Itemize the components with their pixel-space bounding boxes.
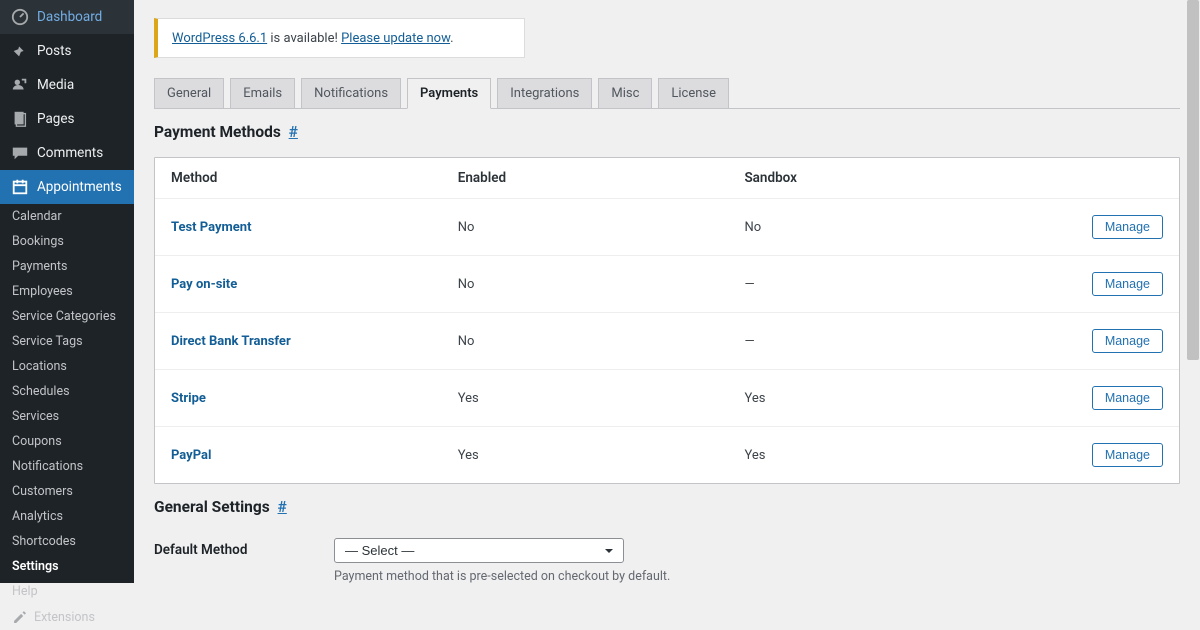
subnav-item[interactable]: Services xyxy=(0,404,134,429)
subnav-item[interactable]: Calendar xyxy=(0,204,134,229)
general-settings-heading: General Settings # xyxy=(154,498,1180,516)
nav-label: Comments xyxy=(37,145,103,161)
scrollbar[interactable] xyxy=(1186,0,1200,583)
col-header-sandbox: Sandbox xyxy=(728,158,1015,199)
table-row: Stripe YesYes Manage xyxy=(155,370,1179,427)
nav-label: Extensions xyxy=(34,610,95,625)
subnav-item[interactable]: Customers xyxy=(0,479,134,504)
tab-license[interactable]: License xyxy=(658,78,729,108)
payment-method-link[interactable]: Stripe xyxy=(171,391,206,406)
subnav: CalendarBookingsPaymentsEmployeesService… xyxy=(0,204,134,604)
nav-label: Appointments xyxy=(37,179,122,195)
tab-integrations[interactable]: Integrations xyxy=(497,78,592,108)
table-row: Direct Bank Transfer No— Manage xyxy=(155,313,1179,370)
sandbox-cell: No xyxy=(728,199,1015,256)
payment-method-link[interactable]: Test Payment xyxy=(171,220,251,235)
enabled-cell: No xyxy=(442,199,729,256)
manage-button[interactable]: Manage xyxy=(1092,215,1163,239)
anchor-link[interactable]: # xyxy=(289,123,298,141)
wordpress-version-link[interactable]: WordPress 6.6.1 xyxy=(172,31,267,46)
tab-emails[interactable]: Emails xyxy=(230,78,295,108)
payment-methods-table: Method Enabled Sandbox Test PaymentNoNoM… xyxy=(154,157,1180,484)
calendar-icon xyxy=(10,177,30,197)
scrollbar-thumb[interactable] xyxy=(1187,0,1199,360)
subnav-item[interactable]: Service Tags xyxy=(0,329,134,354)
tab-notifications[interactable]: Notifications xyxy=(301,78,401,108)
admin-icon xyxy=(12,609,28,625)
comments-icon xyxy=(10,143,30,163)
subnav-item[interactable]: Payments xyxy=(0,254,134,279)
subnav-extensions[interactable]: Extensions xyxy=(0,604,134,630)
default-method-description: Payment method that is pre-selected on c… xyxy=(334,569,670,583)
tab-misc[interactable]: Misc xyxy=(598,78,652,108)
manage-button[interactable]: Manage xyxy=(1092,329,1163,353)
nav-media[interactable]: Media xyxy=(0,68,134,102)
sandbox-cell: — xyxy=(728,256,1015,313)
default-method-select[interactable]: — Select — xyxy=(334,538,624,563)
notice-text: is available! xyxy=(267,31,341,46)
tab-payments[interactable]: Payments xyxy=(407,78,491,109)
col-header-enabled: Enabled xyxy=(442,158,729,199)
pin-icon xyxy=(10,41,30,61)
sandbox-cell: — xyxy=(728,313,1015,370)
default-method-row: Default Method — Select — Payment method… xyxy=(154,538,1180,583)
subnav-item[interactable]: Schedules xyxy=(0,379,134,404)
anchor-link[interactable]: # xyxy=(278,498,287,516)
table-row: PayPal YesYes Manage xyxy=(155,427,1179,484)
nav-label: Posts xyxy=(37,43,71,59)
manage-button[interactable]: Manage xyxy=(1092,386,1163,410)
subnav-item[interactable]: Service Categories xyxy=(0,304,134,329)
spinner-icon xyxy=(494,30,510,46)
subnav-item[interactable]: Bookings xyxy=(0,229,134,254)
nav-label: Dashboard xyxy=(37,9,102,25)
subnav-item[interactable]: Shortcodes xyxy=(0,529,134,554)
nav-appointments[interactable]: Appointments xyxy=(0,170,134,204)
table-row: Test Payment NoNo Manage xyxy=(155,199,1179,256)
nav-label: Pages xyxy=(37,111,75,127)
subnav-item[interactable]: Locations xyxy=(0,354,134,379)
manage-button[interactable]: Manage xyxy=(1092,443,1163,467)
subnav-item[interactable]: Notifications xyxy=(0,454,134,479)
payment-methods-heading: Payment Methods # xyxy=(154,123,1180,141)
sandbox-cell: Yes xyxy=(728,427,1015,484)
tab-general[interactable]: General xyxy=(154,78,224,108)
admin-sidebar: Dashboard Posts Media Pages Comments App… xyxy=(0,0,134,583)
sandbox-cell: Yes xyxy=(728,370,1015,427)
nav-posts[interactable]: Posts xyxy=(0,34,134,68)
subnav-item[interactable]: Analytics xyxy=(0,504,134,529)
dashboard-icon xyxy=(10,7,30,27)
manage-button[interactable]: Manage xyxy=(1092,272,1163,296)
media-icon xyxy=(10,75,30,95)
payment-method-link[interactable]: Pay on-site xyxy=(171,277,237,292)
nav-pages[interactable]: Pages xyxy=(0,102,134,136)
nav-comments[interactable]: Comments xyxy=(0,136,134,170)
payment-method-link[interactable]: Direct Bank Transfer xyxy=(171,334,291,349)
update-notice: WordPress 6.6.1 is available! Please upd… xyxy=(154,18,525,58)
enabled-cell: Yes xyxy=(442,370,729,427)
payment-method-link[interactable]: PayPal xyxy=(171,448,211,463)
col-header-actions xyxy=(1015,158,1179,199)
enabled-cell: No xyxy=(442,256,729,313)
subnav-item[interactable]: Employees xyxy=(0,279,134,304)
main-content: WordPress 6.6.1 is available! Please upd… xyxy=(134,0,1200,583)
pages-icon xyxy=(10,109,30,129)
nav-dashboard[interactable]: Dashboard xyxy=(0,0,134,34)
enabled-cell: No xyxy=(442,313,729,370)
table-row: Pay on-site No— Manage xyxy=(155,256,1179,313)
enabled-cell: Yes xyxy=(442,427,729,484)
update-now-link[interactable]: Please update now xyxy=(341,31,450,46)
settings-tabs: GeneralEmailsNotificationsPaymentsIntegr… xyxy=(154,78,1180,109)
col-header-method: Method xyxy=(155,158,442,199)
default-method-label: Default Method xyxy=(154,538,334,558)
subnav-item[interactable]: Coupons xyxy=(0,429,134,454)
subnav-item[interactable]: Settings xyxy=(0,554,134,579)
nav-label: Media xyxy=(37,77,74,93)
